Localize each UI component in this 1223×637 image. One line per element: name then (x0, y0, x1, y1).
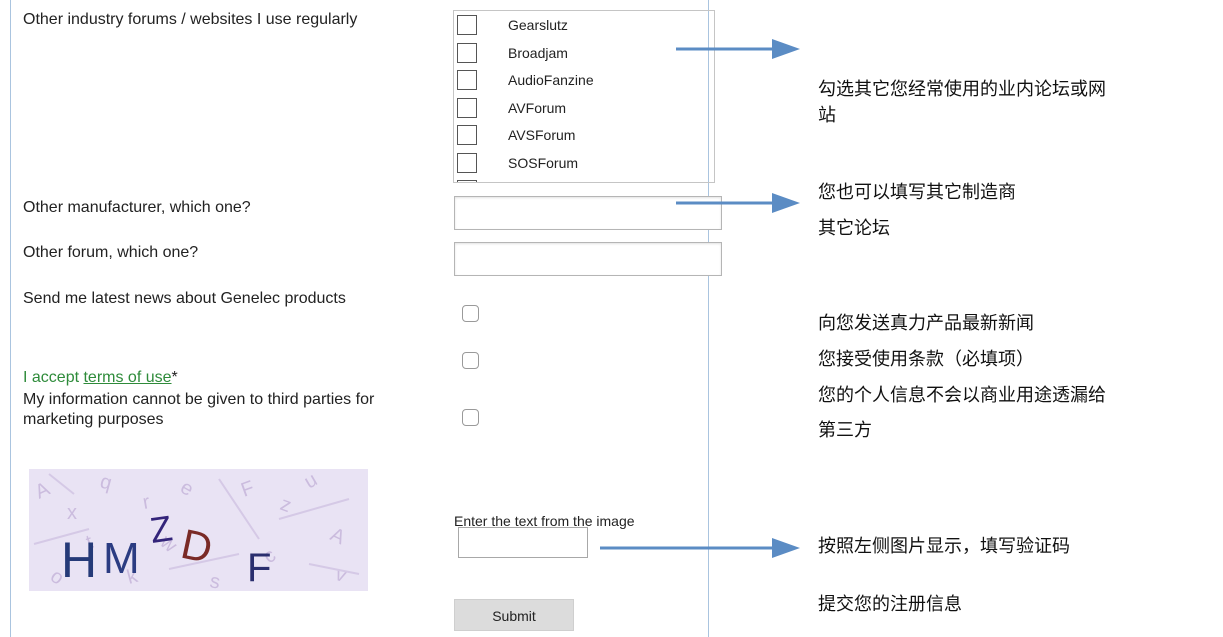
forum-item-gearslutz[interactable]: Gearslutz (454, 12, 714, 38)
forum-checkbox[interactable] (457, 70, 477, 90)
forum-item-label: Gearslutz (508, 17, 568, 33)
forum-item-avforum[interactable]: AVForum (454, 95, 714, 121)
forum-item-sosforum[interactable]: SOSForum (454, 150, 714, 176)
forum-checkbox[interactable] (457, 43, 477, 63)
forum-checkbox[interactable] (457, 180, 477, 182)
forum-item-audiofanzine[interactable]: AudioFanzine (454, 67, 714, 93)
svg-text:x: x (67, 502, 77, 524)
forum-item-label: AVForum (508, 100, 567, 116)
privacy-note-line1: 您的个人信息不会以商业用途透漏给 (818, 385, 1106, 405)
forums-label: Other industry forums / websites I use r… (23, 11, 358, 28)
forum-item-broadjam[interactable]: Broadjam (454, 40, 714, 66)
forum-item-avsforum[interactable]: AVSForum (454, 122, 714, 148)
forum-checkbox[interactable] (457, 15, 477, 35)
privacy-checkbox[interactable] (462, 409, 479, 426)
forum-checkbox[interactable] (457, 98, 477, 118)
news-note: 向您发送真力产品最新新闻 (818, 313, 1034, 333)
other-note-line2: 其它论坛 (818, 218, 890, 238)
other-manufacturer-label: Other manufacturer, which one? (23, 199, 251, 216)
forum-checkbox[interactable] (457, 125, 477, 145)
terms-prefix: I accept (23, 369, 84, 386)
forum-item-label: SOSForum (508, 155, 579, 171)
forums-arrow-icon (676, 39, 800, 59)
privacy-note-line2: 第三方 (818, 420, 872, 440)
submit-note: 提交您的注册信息 (818, 594, 962, 614)
terms-label: I accept terms of use* (23, 368, 178, 388)
captcha-char-h: H (61, 532, 97, 588)
captcha-input[interactable] (458, 527, 588, 558)
captcha-arrow-icon (600, 538, 800, 558)
captcha-image: A x q r e F z u A o k s c v w t H M Z D … (29, 469, 368, 594)
other-fields-arrow-icon (676, 193, 800, 213)
forum-item-label: AVSForum (508, 127, 576, 143)
terms-of-use-link[interactable]: terms of use (83, 369, 171, 386)
privacy-label: My information cannot be given to third … (23, 391, 375, 428)
other-note-line1: 您也可以填写其它制造商 (818, 182, 1016, 202)
news-checkbox[interactable] (462, 305, 479, 322)
terms-checkbox[interactable] (462, 352, 479, 369)
terms-note: 您接受使用条款（必填项） (818, 349, 1034, 369)
news-label: Send me latest news about Genelec produc… (23, 290, 346, 307)
captcha-note: 按照左侧图片显示，填写验证码 (818, 536, 1070, 556)
submit-button[interactable]: Submit (454, 599, 574, 631)
forum-checkbox[interactable] (457, 153, 477, 173)
required-asterisk: * (171, 369, 178, 386)
other-forum-input[interactable] (454, 242, 722, 276)
forums-note-line2: 站 (818, 105, 836, 125)
forum-item-next-partial[interactable] (454, 177, 714, 182)
captcha-char-f: F (247, 546, 271, 590)
forums-note-line1: 勾选其它您经常使用的业内论坛或网 (818, 79, 1106, 99)
forum-item-label: Broadjam (508, 45, 568, 61)
captcha-char-m: M (103, 534, 140, 583)
other-forum-label: Other forum, which one? (23, 244, 199, 261)
forum-item-label: AudioFanzine (508, 72, 594, 88)
